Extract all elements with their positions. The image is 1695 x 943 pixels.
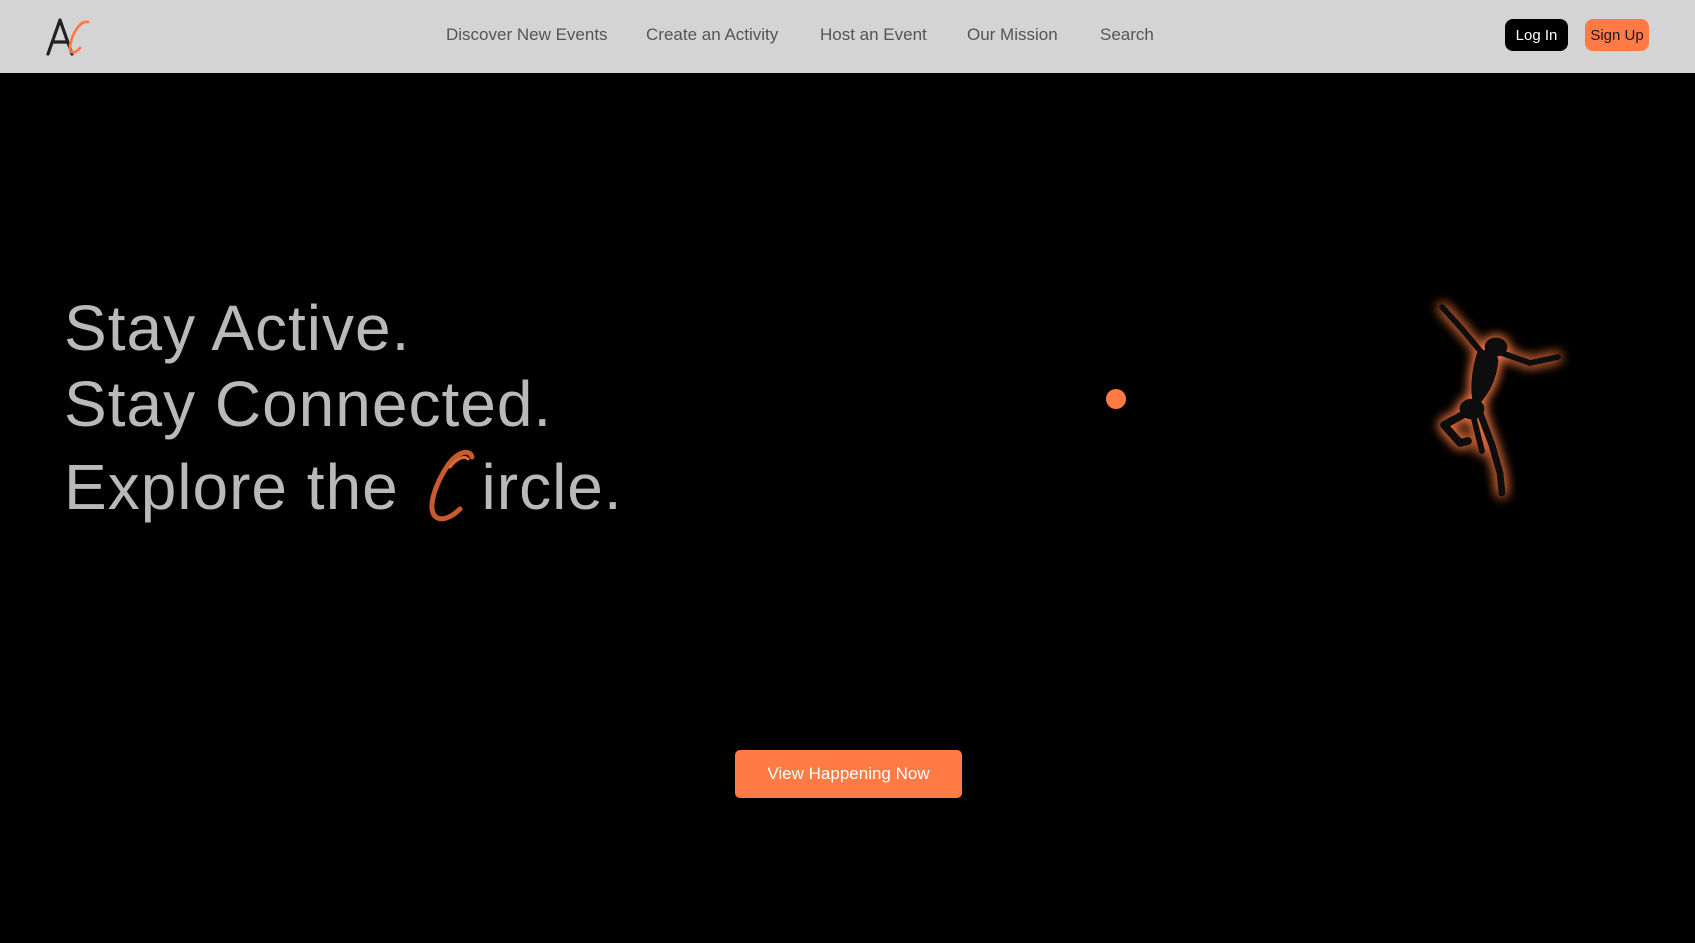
view-happening-now-button[interactable]: View Happening Now: [735, 750, 962, 798]
hero-line-2: Stay Connected.: [64, 368, 553, 440]
jumping-dancer-icon: [1439, 304, 1561, 497]
main-nav: Discover New Events Create an Activity H…: [0, 0, 1695, 73]
nav-our-mission[interactable]: Our Mission: [967, 25, 1058, 45]
nav-discover-events[interactable]: Discover New Events: [446, 25, 608, 45]
orange-dot: [1106, 389, 1126, 409]
nav-search[interactable]: Search: [1100, 25, 1154, 45]
hero-line-3-prefix: Explore the: [64, 451, 418, 523]
script-c-icon: [429, 449, 475, 522]
hero-line-1: Stay Active.: [64, 292, 411, 364]
nav-create-activity[interactable]: Create an Activity: [646, 25, 778, 45]
hero-line-3-suffix: ircle.: [481, 451, 623, 523]
landing-page: Discover New Events Create an Activity H…: [0, 0, 1695, 943]
hero-line-3: Explore the ircle.: [64, 447, 623, 523]
top-navbar: Discover New Events Create an Activity H…: [0, 0, 1695, 73]
nav-host-event[interactable]: Host an Event: [820, 25, 927, 45]
login-button[interactable]: Log In: [1505, 19, 1568, 51]
signup-button[interactable]: Sign Up: [1585, 19, 1649, 51]
